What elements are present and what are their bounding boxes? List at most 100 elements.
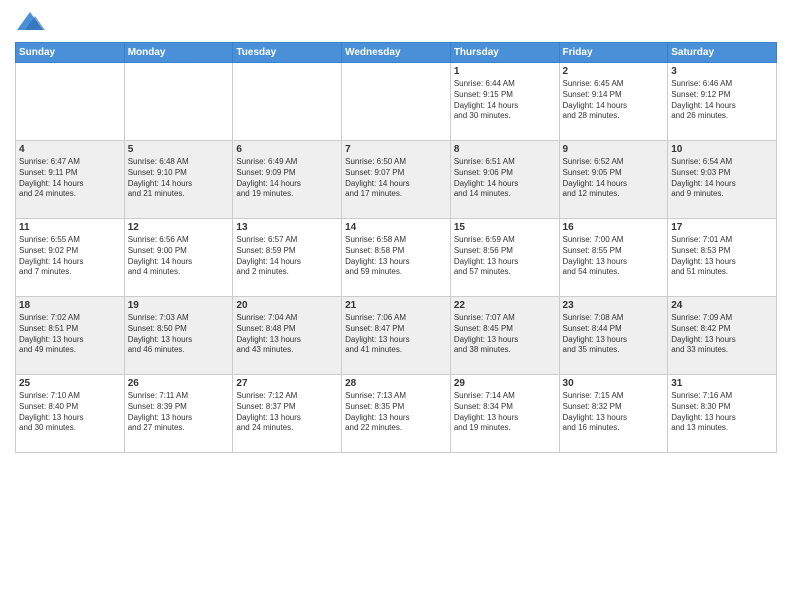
calendar-cell: 18 Sunrise: 7:02 AM Sunset: 8:51 PM Dayli… <box>16 297 125 375</box>
day-info: Sunrise: 6:46 AM Sunset: 9:12 PM Dayligh… <box>671 79 773 122</box>
day-info: Sunrise: 6:56 AM Sunset: 9:00 PM Dayligh… <box>128 235 230 278</box>
day-number: 26 <box>128 378 230 389</box>
day-number: 13 <box>236 222 338 233</box>
day-info: Sunrise: 7:10 AM Sunset: 8:40 PM Dayligh… <box>19 391 121 434</box>
calendar-cell <box>342 63 451 141</box>
day-info: Sunrise: 6:45 AM Sunset: 9:14 PM Dayligh… <box>563 79 665 122</box>
col-thursday: Thursday <box>450 43 559 63</box>
day-info: Sunrise: 7:08 AM Sunset: 8:44 PM Dayligh… <box>563 313 665 356</box>
day-number: 23 <box>563 300 665 311</box>
day-info: Sunrise: 6:57 AM Sunset: 8:59 PM Dayligh… <box>236 235 338 278</box>
calendar-cell: 30 Sunrise: 7:15 AM Sunset: 8:32 PM Dayli… <box>559 375 668 453</box>
day-info: Sunrise: 6:54 AM Sunset: 9:03 PM Dayligh… <box>671 157 773 200</box>
day-number: 20 <box>236 300 338 311</box>
day-number: 14 <box>345 222 447 233</box>
day-info: Sunrise: 6:47 AM Sunset: 9:11 PM Dayligh… <box>19 157 121 200</box>
day-number: 2 <box>563 66 665 77</box>
day-number: 17 <box>671 222 773 233</box>
calendar-cell <box>124 63 233 141</box>
day-number: 7 <box>345 144 447 155</box>
calendar-cell: 17 Sunrise: 7:01 AM Sunset: 8:53 PM Dayli… <box>668 219 777 297</box>
calendar-cell: 21 Sunrise: 7:06 AM Sunset: 8:47 PM Dayli… <box>342 297 451 375</box>
day-info: Sunrise: 7:06 AM Sunset: 8:47 PM Dayligh… <box>345 313 447 356</box>
col-friday: Friday <box>559 43 668 63</box>
calendar-week-2: 11 Sunrise: 6:55 AM Sunset: 9:02 PM Dayli… <box>16 219 777 297</box>
calendar-cell: 14 Sunrise: 6:58 AM Sunset: 8:58 PM Dayli… <box>342 219 451 297</box>
calendar-week-4: 25 Sunrise: 7:10 AM Sunset: 8:40 PM Dayli… <box>16 375 777 453</box>
day-number: 22 <box>454 300 556 311</box>
header <box>15 10 777 34</box>
day-number: 15 <box>454 222 556 233</box>
day-info: Sunrise: 6:52 AM Sunset: 9:05 PM Dayligh… <box>563 157 665 200</box>
day-info: Sunrise: 6:49 AM Sunset: 9:09 PM Dayligh… <box>236 157 338 200</box>
day-number: 25 <box>19 378 121 389</box>
calendar-cell: 8 Sunrise: 6:51 AM Sunset: 9:06 PM Daylig… <box>450 141 559 219</box>
day-info: Sunrise: 7:15 AM Sunset: 8:32 PM Dayligh… <box>563 391 665 434</box>
calendar-cell: 20Sunrise: 7:04 AM Sunset: 8:48 PM Dayli… <box>233 297 342 375</box>
day-number: 31 <box>671 378 773 389</box>
calendar-cell: 26Sunrise: 7:11 AM Sunset: 8:39 PM Dayli… <box>124 375 233 453</box>
day-info: Sunrise: 6:44 AM Sunset: 9:15 PM Dayligh… <box>454 79 556 122</box>
calendar-cell: 28 Sunrise: 7:13 AM Sunset: 8:35 PM Dayli… <box>342 375 451 453</box>
calendar-cell: 31Sunrise: 7:16 AM Sunset: 8:30 PM Dayli… <box>668 375 777 453</box>
day-number: 27 <box>236 378 338 389</box>
day-number: 11 <box>19 222 121 233</box>
calendar-cell: 5Sunrise: 6:48 AM Sunset: 9:10 PM Daylig… <box>124 141 233 219</box>
day-number: 12 <box>128 222 230 233</box>
day-number: 28 <box>345 378 447 389</box>
day-number: 18 <box>19 300 121 311</box>
calendar-cell: 9 Sunrise: 6:52 AM Sunset: 9:05 PM Daylig… <box>559 141 668 219</box>
calendar-cell: 3 Sunrise: 6:46 AM Sunset: 9:12 PM Daylig… <box>668 63 777 141</box>
day-number: 21 <box>345 300 447 311</box>
day-number: 30 <box>563 378 665 389</box>
day-info: Sunrise: 7:01 AM Sunset: 8:53 PM Dayligh… <box>671 235 773 278</box>
logo-icon <box>15 10 45 34</box>
day-number: 8 <box>454 144 556 155</box>
col-tuesday: Tuesday <box>233 43 342 63</box>
day-info: Sunrise: 7:13 AM Sunset: 8:35 PM Dayligh… <box>345 391 447 434</box>
calendar-cell: 1 Sunrise: 6:44 AM Sunset: 9:15 PM Daylig… <box>450 63 559 141</box>
calendar-week-0: 1 Sunrise: 6:44 AM Sunset: 9:15 PM Daylig… <box>16 63 777 141</box>
col-wednesday: Wednesday <box>342 43 451 63</box>
calendar-cell: 11 Sunrise: 6:55 AM Sunset: 9:02 PM Dayli… <box>16 219 125 297</box>
day-info: Sunrise: 6:55 AM Sunset: 9:02 PM Dayligh… <box>19 235 121 278</box>
logo <box>15 10 49 34</box>
day-info: Sunrise: 7:02 AM Sunset: 8:51 PM Dayligh… <box>19 313 121 356</box>
calendar-cell: 12 Sunrise: 6:56 AM Sunset: 9:00 PM Dayli… <box>124 219 233 297</box>
calendar-cell: 7 Sunrise: 6:50 AM Sunset: 9:07 PM Daylig… <box>342 141 451 219</box>
day-info: Sunrise: 7:00 AM Sunset: 8:55 PM Dayligh… <box>563 235 665 278</box>
day-number: 4 <box>19 144 121 155</box>
col-saturday: Saturday <box>668 43 777 63</box>
day-number: 10 <box>671 144 773 155</box>
calendar-cell: 23 Sunrise: 7:08 AM Sunset: 8:44 PM Dayli… <box>559 297 668 375</box>
day-info: Sunrise: 6:51 AM Sunset: 9:06 PM Dayligh… <box>454 157 556 200</box>
day-info: Sunrise: 7:12 AM Sunset: 8:37 PM Dayligh… <box>236 391 338 434</box>
day-info: Sunrise: 6:58 AM Sunset: 8:58 PM Dayligh… <box>345 235 447 278</box>
col-sunday: Sunday <box>16 43 125 63</box>
day-info: Sunrise: 7:03 AM Sunset: 8:50 PM Dayligh… <box>128 313 230 356</box>
header-row: Sunday Monday Tuesday Wednesday Thursday… <box>16 43 777 63</box>
day-number: 19 <box>128 300 230 311</box>
day-number: 1 <box>454 66 556 77</box>
calendar-cell: 10 Sunrise: 6:54 AM Sunset: 9:03 PM Dayli… <box>668 141 777 219</box>
day-info: Sunrise: 6:50 AM Sunset: 9:07 PM Dayligh… <box>345 157 447 200</box>
day-number: 29 <box>454 378 556 389</box>
calendar-cell: 22 Sunrise: 7:07 AM Sunset: 8:45 PM Dayli… <box>450 297 559 375</box>
day-number: 9 <box>563 144 665 155</box>
day-info: Sunrise: 7:14 AM Sunset: 8:34 PM Dayligh… <box>454 391 556 434</box>
page: Sunday Monday Tuesday Wednesday Thursday… <box>0 0 792 612</box>
calendar-cell <box>16 63 125 141</box>
day-number: 3 <box>671 66 773 77</box>
calendar-cell <box>233 63 342 141</box>
calendar-cell: 13 Sunrise: 6:57 AM Sunset: 8:59 PM Dayli… <box>233 219 342 297</box>
calendar-cell: 29 Sunrise: 7:14 AM Sunset: 8:34 PM Dayli… <box>450 375 559 453</box>
day-info: Sunrise: 7:09 AM Sunset: 8:42 PM Dayligh… <box>671 313 773 356</box>
day-number: 5 <box>128 144 230 155</box>
calendar-cell: 15Sunrise: 6:59 AM Sunset: 8:56 PM Dayli… <box>450 219 559 297</box>
calendar-cell: 24 Sunrise: 7:09 AM Sunset: 8:42 PM Dayli… <box>668 297 777 375</box>
day-number: 24 <box>671 300 773 311</box>
day-number: 16 <box>563 222 665 233</box>
calendar-cell: 16 Sunrise: 7:00 AM Sunset: 8:55 PM Dayli… <box>559 219 668 297</box>
day-info: Sunrise: 7:07 AM Sunset: 8:45 PM Dayligh… <box>454 313 556 356</box>
calendar: Sunday Monday Tuesday Wednesday Thursday… <box>15 42 777 453</box>
